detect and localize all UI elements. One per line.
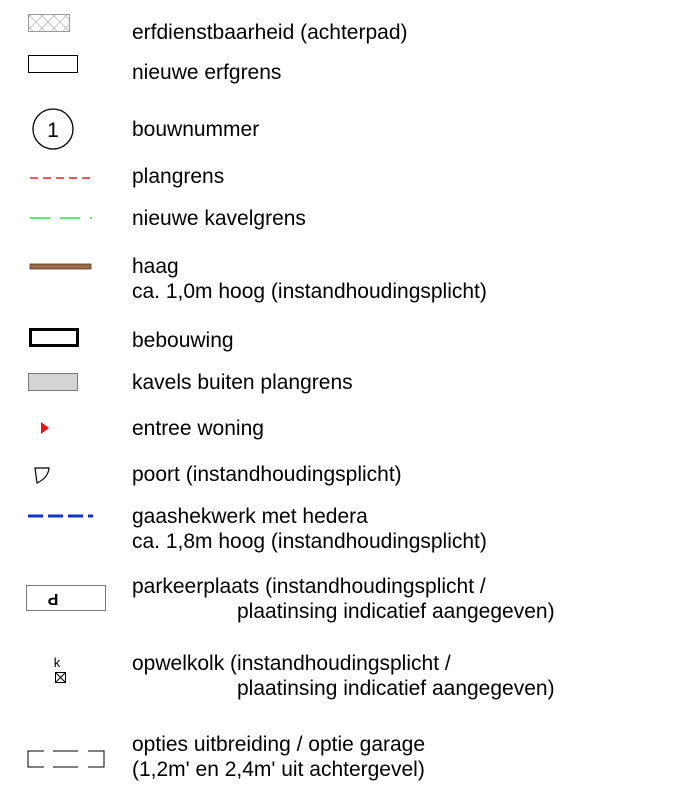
legend-label: kavels buiten plangrens bbox=[132, 370, 353, 395]
gate-icon bbox=[34, 467, 50, 484]
legend-label: plangrens bbox=[132, 164, 224, 189]
legend-label-line: (1,2m' en 2,4m' uit achtergevel) bbox=[132, 758, 425, 781]
legend-label: nieuwe erfgrens bbox=[132, 60, 281, 85]
drain-icon: k bbox=[54, 655, 66, 683]
legend-label-line: erfdienstbaarheid (achterpad) bbox=[132, 21, 408, 44]
legend-label-line: nieuwe kavelgrens bbox=[132, 207, 306, 230]
legend-label: gaashekwerk met hedera ca. 1,8m hoog (in… bbox=[132, 504, 487, 554]
legend-label: entree woning bbox=[132, 416, 264, 441]
blue-dashed-line-icon bbox=[28, 514, 93, 518]
red-dashed-line-icon bbox=[30, 177, 92, 179]
legend-label-line: ca. 1,0m hoog (instandhoudingsplicht) bbox=[132, 280, 487, 303]
legend-label-line: poort (instandhoudingsplicht) bbox=[132, 463, 402, 486]
legend-label-line: haag bbox=[132, 255, 179, 278]
legend-label-line: plaatinsing indicatief aangegeven) bbox=[237, 677, 555, 700]
numbered-circle-icon: 1 bbox=[32, 108, 74, 150]
legend-label-line: nieuwe erfgrens bbox=[132, 61, 282, 84]
green-dashed-line-icon bbox=[30, 217, 92, 219]
legend-label: erfdienstbaarheid (achterpad) bbox=[132, 20, 408, 45]
drain-letter: k bbox=[54, 655, 61, 670]
legend-label-line: parkeerplaats (instandhoudingsplicht / bbox=[132, 575, 486, 598]
legend-label: poort (instandhoudingsplicht) bbox=[132, 462, 402, 487]
legend-label: opties uitbreiding / optie garage (1,2m'… bbox=[132, 732, 425, 782]
legend-label: bouwnummer bbox=[132, 117, 259, 142]
legend-label: nieuwe kavelgrens bbox=[132, 206, 306, 231]
legend-label-line: bebouwing bbox=[132, 329, 234, 352]
thick-rectangle-icon bbox=[29, 328, 79, 347]
dashed-bracket-icon bbox=[27, 750, 105, 768]
legend-label-line: kavels buiten plangrens bbox=[132, 371, 353, 394]
legend-label-line: entree woning bbox=[132, 417, 264, 440]
legend-label-line: bouwnummer bbox=[132, 118, 260, 141]
parking-icon: P bbox=[26, 585, 106, 611]
parking-letter: P bbox=[47, 590, 58, 607]
legend-label-line: gaashekwerk met hedera bbox=[132, 505, 368, 528]
legend-label: haag ca. 1,0m hoog (instandhoudingsplich… bbox=[132, 254, 487, 304]
legend-label: parkeerplaats (instandhoudingsplicht / p… bbox=[132, 574, 555, 624]
legend-label-line: plangrens bbox=[132, 165, 225, 188]
legend-label-line: plaatinsing indicatief aangegeven) bbox=[237, 600, 555, 623]
circle-number: 1 bbox=[47, 119, 59, 142]
red-triangle-icon bbox=[41, 422, 49, 434]
hatched-rectangle-icon bbox=[28, 14, 70, 32]
grey-rectangle-icon bbox=[28, 373, 78, 391]
legend-label: bebouwing bbox=[132, 328, 234, 353]
brown-bar-icon bbox=[29, 263, 92, 270]
legend-label-line: ca. 1,8m hoog (instandhoudingsplicht) bbox=[132, 530, 487, 553]
legend-label-line: opwelkolk (instandhoudingsplicht / bbox=[132, 652, 451, 675]
outline-rectangle-icon bbox=[28, 55, 78, 73]
legend-label-line: opties uitbreiding / optie garage bbox=[132, 733, 426, 756]
legend-label: opwelkolk (instandhoudingsplicht / plaat… bbox=[132, 651, 555, 701]
